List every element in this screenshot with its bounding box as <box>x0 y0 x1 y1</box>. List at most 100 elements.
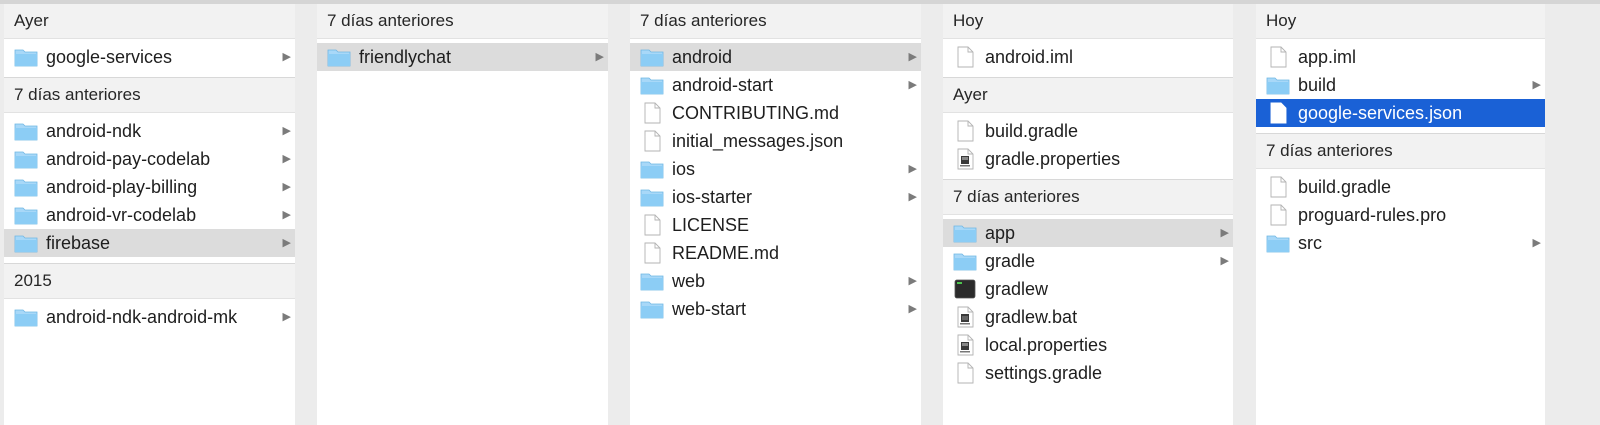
chevron-right-icon[interactable]: ▶ <box>1221 247 1229 275</box>
document-icon <box>640 242 664 264</box>
document-icon <box>640 130 664 152</box>
chevron-right-icon[interactable]: ▶ <box>909 295 917 323</box>
folder-item-android-start[interactable]: android-start ▶ <box>630 71 921 99</box>
folder-item-firebase[interactable]: firebase ▶ <box>4 229 295 257</box>
file-item-app-iml[interactable]: app.iml <box>1256 43 1545 71</box>
chevron-right-icon[interactable]: ▶ <box>283 303 291 331</box>
document-icon <box>640 102 664 124</box>
folder-item-android-play-billing[interactable]: android-play-billing ▶ <box>4 173 295 201</box>
folder-item-build[interactable]: build ▶ <box>1256 71 1545 99</box>
file-item-contributing-md[interactable]: CONTRIBUTING.md <box>630 99 921 127</box>
chevron-right-icon[interactable]: ▶ <box>1533 229 1541 257</box>
folder-item-app[interactable]: app ▶ <box>943 219 1233 247</box>
item-label: firebase <box>46 233 111 253</box>
folder-icon <box>14 176 38 198</box>
item-label: settings.gradle <box>985 363 1103 383</box>
section-list: friendlychat ▶ <box>317 39 608 71</box>
folder-item-ios-starter[interactable]: ios-starter ▶ <box>630 183 921 211</box>
folder-icon <box>640 270 664 292</box>
chevron-right-icon[interactable]: ▶ <box>283 173 291 201</box>
file-item-settings-gradle[interactable]: settings.gradle <box>943 359 1233 387</box>
item-label: README.md <box>672 243 780 263</box>
browser-column-4[interactable]: Hoy android.iml Ayer build.gradle gradle.pro… <box>943 4 1233 425</box>
section-list: android-ndk ▶ android-pay-codelab ▶ android-… <box>4 113 295 257</box>
file-item-initial-messages-json[interactable]: initial_messages.json <box>630 127 921 155</box>
folder-item-google-services[interactable]: google-services ▶ <box>4 43 295 71</box>
folder-icon <box>640 298 664 320</box>
file-item-license[interactable]: LICENSE <box>630 211 921 239</box>
chevron-right-icon[interactable]: ▶ <box>909 43 917 71</box>
folder-item-android[interactable]: android ▶ <box>630 43 921 71</box>
chevron-right-icon[interactable]: ▶ <box>909 71 917 99</box>
section-header: 7 días anteriores <box>317 4 608 39</box>
chevron-right-icon[interactable]: ▶ <box>909 183 917 211</box>
file-item-gradle-properties[interactable]: gradle.properties <box>943 145 1233 173</box>
item-label: LICENSE <box>672 215 750 235</box>
folder-item-web-start[interactable]: web-start ▶ <box>630 295 921 323</box>
section-header: Ayer <box>4 4 295 39</box>
chevron-right-icon[interactable]: ▶ <box>596 43 604 71</box>
browser-column-3[interactable]: 7 días anteriores android ▶ android-start ▶ C… <box>630 4 921 425</box>
folder-item-src[interactable]: src ▶ <box>1256 229 1545 257</box>
folder-item-android-ndk-android-mk[interactable]: android-ndk-android-mk ▶ <box>4 303 295 331</box>
chevron-right-icon[interactable]: ▶ <box>283 117 291 145</box>
folder-item-android-pay-codelab[interactable]: android-pay-codelab ▶ <box>4 145 295 173</box>
folder-icon <box>14 204 38 226</box>
section-header: 7 días anteriores <box>4 77 295 113</box>
document-icon <box>1266 46 1290 68</box>
file-item-gradlew[interactable]: gradlew <box>943 275 1233 303</box>
browser-column-1[interactable]: Ayer google-services ▶ 7 días anteriores and… <box>4 4 295 425</box>
item-label: gradle <box>985 251 1036 271</box>
section-list: google-services ▶ <box>4 39 295 71</box>
section-header: Ayer <box>943 77 1233 113</box>
browser-column-2[interactable]: 7 días anteriores friendlychat ▶ <box>317 4 608 425</box>
section-list: build.gradle gradle.properties <box>943 113 1233 173</box>
folder-icon <box>14 306 38 328</box>
terminal-exec-icon <box>953 278 977 300</box>
document-icon <box>953 46 977 68</box>
folder-icon <box>14 148 38 170</box>
item-label: friendlychat <box>359 47 452 67</box>
folder-item-web[interactable]: web ▶ <box>630 267 921 295</box>
item-label: src <box>1298 233 1322 253</box>
item-label: app.iml <box>1298 47 1357 67</box>
item-label: web <box>672 271 706 291</box>
file-item-gradlew-bat[interactable]: gradlew.bat <box>943 303 1233 331</box>
item-label: CONTRIBUTING.md <box>672 103 840 123</box>
chevron-right-icon[interactable]: ▶ <box>1221 219 1229 247</box>
item-label: build.gradle <box>1298 177 1392 197</box>
file-item-build-gradle[interactable]: build.gradle <box>1256 173 1545 201</box>
file-item-build-gradle[interactable]: build.gradle <box>943 117 1233 145</box>
chevron-right-icon[interactable]: ▶ <box>909 155 917 183</box>
browser-column-5[interactable]: Hoy app.iml build ▶ google-services.json 7 dí… <box>1256 4 1545 425</box>
chevron-right-icon[interactable]: ▶ <box>283 201 291 229</box>
document-icon <box>953 120 977 142</box>
file-item-readme-md[interactable]: README.md <box>630 239 921 267</box>
folder-item-gradle[interactable]: gradle ▶ <box>943 247 1233 275</box>
file-item-proguard-rules-pro[interactable]: proguard-rules.pro <box>1256 201 1545 229</box>
file-item-android-iml[interactable]: android.iml <box>943 43 1233 71</box>
document-icon <box>1266 102 1290 124</box>
folder-item-friendlychat[interactable]: friendlychat ▶ <box>317 43 608 71</box>
chevron-right-icon[interactable]: ▶ <box>283 43 291 71</box>
chevron-right-icon[interactable]: ▶ <box>1533 71 1541 99</box>
section-header: 7 días anteriores <box>630 4 921 39</box>
folder-item-ios[interactable]: ios ▶ <box>630 155 921 183</box>
folder-item-android-ndk[interactable]: android-ndk ▶ <box>4 117 295 145</box>
section-list: app ▶ gradle ▶ gradlew gradlew.bat local.prope… <box>943 215 1233 387</box>
file-item-local-properties[interactable]: local.properties <box>943 331 1233 359</box>
folder-icon <box>14 120 38 142</box>
item-label: android <box>672 47 733 67</box>
item-label: web-start <box>672 299 747 319</box>
folder-icon <box>1266 232 1290 254</box>
item-label: android.iml <box>985 47 1074 67</box>
column-scroll-gutter <box>921 4 943 425</box>
item-label: build <box>1298 75 1337 95</box>
item-label: android-vr-codelab <box>46 205 197 225</box>
chevron-right-icon[interactable]: ▶ <box>283 229 291 257</box>
chevron-right-icon[interactable]: ▶ <box>283 145 291 173</box>
file-item-google-services-json[interactable]: google-services.json <box>1256 99 1545 127</box>
item-label: proguard-rules.pro <box>1298 205 1447 225</box>
chevron-right-icon[interactable]: ▶ <box>909 267 917 295</box>
folder-item-android-vr-codelab[interactable]: android-vr-codelab ▶ <box>4 201 295 229</box>
